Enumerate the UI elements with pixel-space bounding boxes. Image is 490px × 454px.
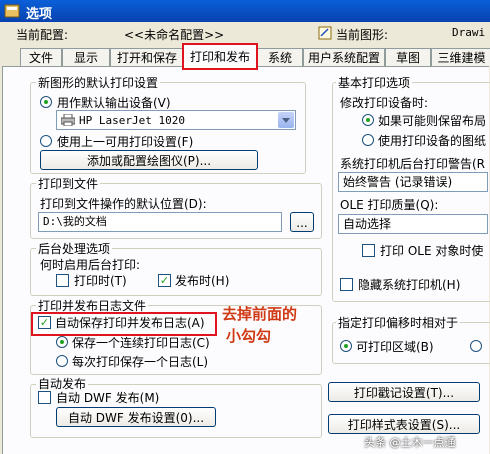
new-drawing-group-title: 新图形的默认打印设置: [36, 74, 161, 91]
ole-quality-value: 自动选择: [343, 217, 392, 231]
chevron-down-icon[interactable]: [278, 112, 294, 128]
current-profile-label: 当前配置:: [16, 28, 69, 42]
use-last-device-label: 使用上一可用打印设置(F): [57, 135, 194, 149]
current-profile-value: <<未命名配置>>: [124, 28, 225, 42]
general-options-group-title: 基本打印选项: [336, 74, 413, 91]
tab-display[interactable]: 显示: [62, 48, 110, 67]
background-plotting-label: 打印时(T): [74, 274, 127, 288]
per-plot-log-label: 每次打印保存一个日志(L): [72, 355, 209, 369]
window-title: 选项: [26, 7, 53, 22]
keep-layout-radio[interactable]: [362, 114, 374, 126]
use-default-device-radio[interactable]: [40, 96, 52, 108]
plot-style-button[interactable]: 打印样式表设置(S)...: [328, 414, 480, 434]
hide-printers-label: 隐藏系统打印机(H): [358, 278, 461, 292]
hide-printers-checkbox[interactable]: [340, 278, 353, 291]
options-app-icon: [4, 4, 20, 18]
paper-edge-radio[interactable]: [470, 340, 482, 352]
use-last-device-radio[interactable]: [40, 135, 52, 147]
printer-icon: [60, 113, 76, 127]
annotation-line-1: 去掉前面的: [222, 305, 298, 323]
default-device-select[interactable]: HP LaserJet 1020: [56, 110, 296, 130]
title-bar: 选项: [0, 0, 490, 22]
spool-alert-select[interactable]: 始终警告 (记录错误): [338, 172, 488, 192]
tab-strip: 文件 显示 打开和保存 打印和发布 系统 用户系统配置 草图 三维建模: [0, 43, 490, 70]
use-paper-radio[interactable]: [362, 134, 374, 146]
annotation-line-2: 小勾勾: [226, 327, 272, 345]
plot-to-file-group-title: 打印到文件: [36, 175, 101, 192]
continuous-log-label: 保存一个连续打印日志(C): [72, 336, 210, 350]
tab-user-preferences[interactable]: 用户系统配置: [303, 48, 385, 67]
background-plotting-checkbox[interactable]: [56, 274, 69, 287]
use-ole-checkbox[interactable]: [362, 244, 375, 257]
tab-3d-modeling[interactable]: 三维建模: [431, 48, 490, 67]
continuous-log-radio[interactable]: [56, 336, 68, 348]
auto-save-log-checkbox[interactable]: ✓: [38, 316, 51, 329]
auto-dwf-label: 自动 DWF 发布(M): [56, 391, 160, 405]
background-publishing-label: 发布时(H): [175, 274, 230, 288]
plot-offset-group-title: 指定打印偏移时相对于: [336, 314, 461, 331]
ole-quality-label: OLE 打印质量(Q):: [340, 198, 439, 212]
change-device-label: 修改打印设备时:: [340, 96, 429, 110]
printable-area-label: 可打印区域(B): [356, 340, 434, 354]
tab-open-save[interactable]: 打开和保存: [110, 48, 184, 67]
browse-button[interactable]: ...: [290, 212, 314, 232]
add-plotter-button[interactable]: 添加或配置绘图仪(P)...: [40, 150, 258, 170]
spool-alert-value: 始终警告 (记录错误): [343, 175, 453, 189]
ole-quality-select[interactable]: 自动选择: [338, 214, 488, 234]
current-drawing-value: Drawi: [452, 26, 486, 39]
auto-dwf-checkbox[interactable]: [38, 391, 51, 404]
use-default-device-label: 用作默认输出设备(V): [57, 96, 171, 110]
keep-layout-label: 如果可能则保留布局: [378, 114, 487, 128]
auto-save-log-label: 自动保存打印并发布日志(A): [55, 316, 205, 330]
plot-location-label: 打印到文件操作的默认位置(D):: [40, 197, 207, 211]
current-drawing-label: 当前图形:: [336, 28, 389, 42]
printable-area-radio[interactable]: [340, 340, 352, 352]
tab-system[interactable]: 系统: [257, 48, 303, 67]
drawing-icon: [318, 26, 332, 40]
watermark-text: 头条 @土木一点通: [364, 436, 456, 449]
tab-drafting[interactable]: 草图: [385, 48, 431, 67]
dwf-settings-button[interactable]: 自动 DWF 发布设置(0)...: [56, 407, 216, 427]
default-device-value: HP LaserJet 1020: [79, 114, 185, 127]
background-publishing-checkbox[interactable]: ✓: [158, 274, 171, 287]
background-when-label: 何时启用后台打印:: [40, 258, 141, 272]
plot-location-input[interactable]: D:\我的文档: [38, 212, 282, 232]
tab-plot-publish[interactable]: 打印和发布: [182, 43, 258, 70]
spool-alert-label: 系统打印机后台打印警告(R: [340, 157, 486, 171]
use-paper-label: 使用打印设备的图纸: [378, 134, 487, 148]
tab-files[interactable]: 文件: [20, 48, 62, 67]
use-ole-label: 打印 OLE 对象时使: [380, 244, 484, 258]
background-group-title: 后台处理选项: [36, 240, 113, 257]
plot-stamp-button[interactable]: 打印戳记设置(T)...: [328, 382, 480, 402]
per-plot-log-radio[interactable]: [56, 355, 68, 367]
